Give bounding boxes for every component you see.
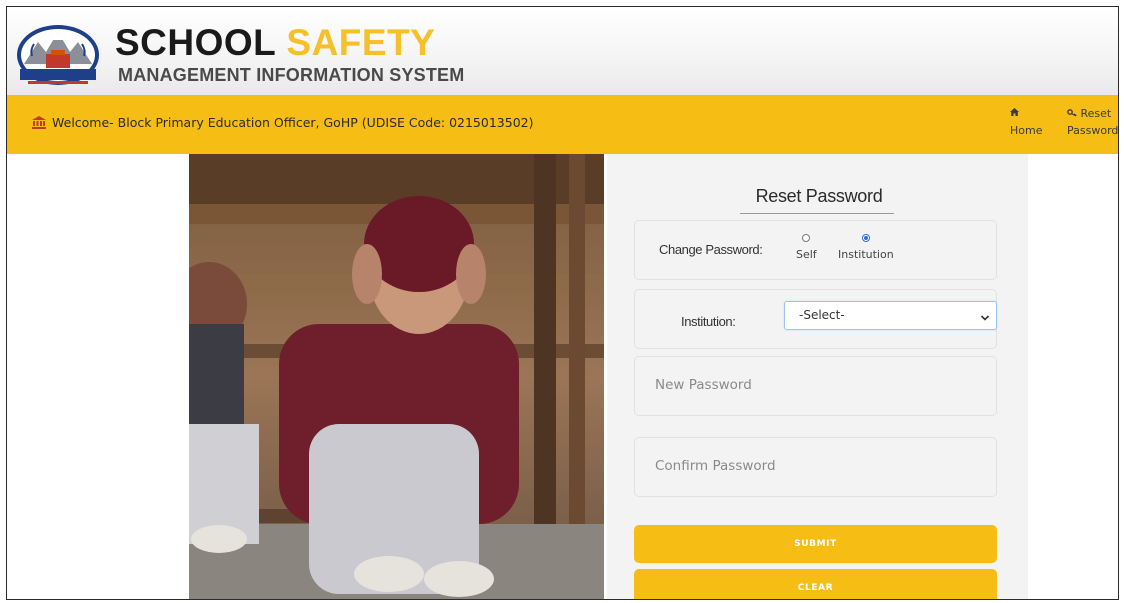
radio-option-self[interactable]: Self [796, 234, 817, 261]
radio-self[interactable] [802, 234, 811, 242]
nav-home-label: Home [1010, 124, 1043, 137]
institution-select[interactable]: -Select- [784, 301, 997, 330]
institution-select-value: -Select- [799, 308, 845, 322]
confirm-password-field[interactable]: Confirm Password [634, 437, 997, 497]
institution-icon [32, 116, 46, 129]
app-subtitle: MANAGEMENT INFORMATION SYSTEM [118, 65, 465, 85]
reset-password-panel: Reset Password Change Password: Self Ins… [607, 154, 1028, 599]
top-navbar: Welcome- Block Primary Education Officer… [7, 95, 1118, 154]
app-title: SCHOOL SAFETY [115, 23, 435, 63]
app-title-safety: SAFETY [286, 22, 436, 63]
radio-institution-label: Institution [838, 248, 894, 261]
change-password-label: Change Password: [659, 242, 763, 257]
app-title-school: SCHOOL [115, 22, 276, 63]
new-password-field[interactable]: New Password [634, 356, 997, 416]
home-icon [1010, 105, 1042, 122]
radio-self-label: Self [796, 248, 817, 261]
nav-reset-label-line2: Password [1067, 124, 1119, 137]
submit-button[interactable]: SUBMIT [634, 525, 997, 563]
welcome-text: Welcome- Block Primary Education Officer… [52, 115, 534, 130]
radio-option-institution[interactable]: Institution [838, 234, 894, 261]
safety-drill-photo [189, 154, 604, 599]
institution-label: Institution: [681, 314, 736, 329]
page-frame: SCHOOL SAFETY MANAGEMENT INFORMATION SYS… [6, 6, 1119, 600]
nav-reset-password-link[interactable]: Reset Password [1067, 105, 1118, 139]
form-title: Reset Password [755, 186, 883, 206]
welcome-message: Welcome- Block Primary Education Officer… [32, 115, 533, 130]
state-emblem-logo [16, 24, 100, 87]
key-icon [1067, 107, 1081, 120]
clear-button[interactable]: CLEAR [634, 569, 997, 599]
nav-home-link[interactable]: Home [1010, 105, 1042, 139]
form-title-underline [740, 213, 894, 214]
confirm-password-placeholder: Confirm Password [655, 458, 776, 474]
nav-reset-label-line1: Reset [1080, 107, 1112, 120]
bottom-divider [44, 599, 308, 600]
chevron-down-icon [980, 311, 990, 321]
radio-institution[interactable] [861, 234, 870, 242]
change-password-card: Change Password: Self Institution [634, 220, 997, 280]
new-password-placeholder: New Password [655, 377, 752, 393]
institution-card: Institution: -Select- [634, 289, 997, 349]
header-banner: SCHOOL SAFETY MANAGEMENT INFORMATION SYS… [7, 7, 1118, 95]
